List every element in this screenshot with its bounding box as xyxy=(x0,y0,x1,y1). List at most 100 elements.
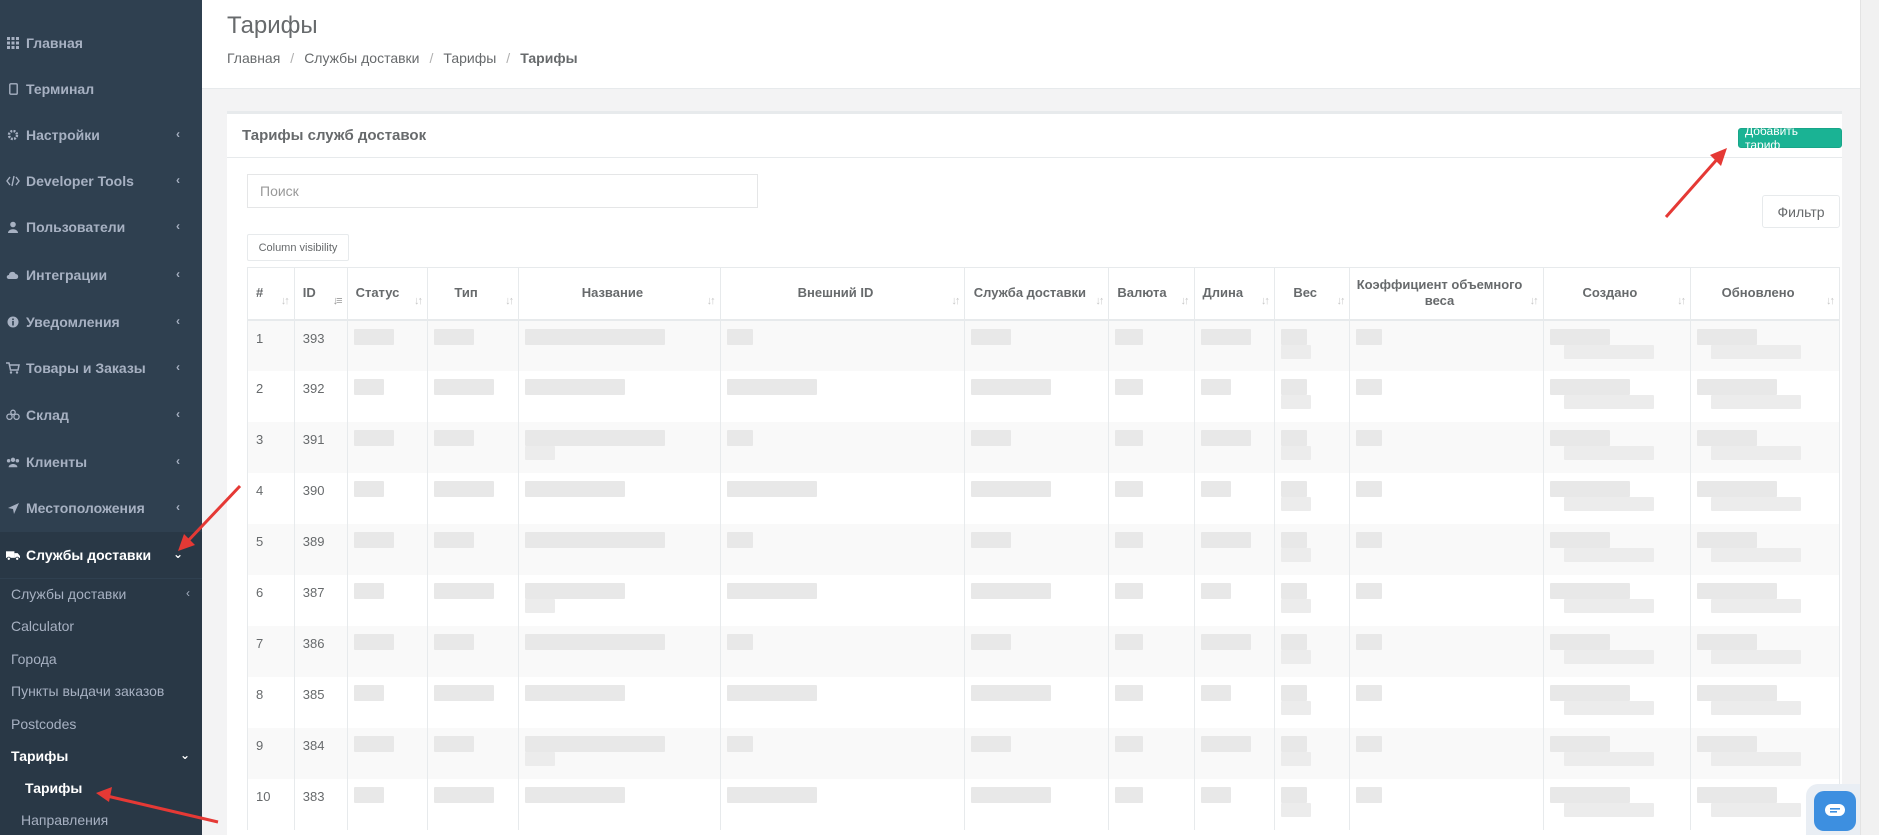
table-row[interactable]: 6 387 xyxy=(247,574,1840,626)
column-header-id[interactable]: ID ↓≡ xyxy=(293,267,348,321)
column-header-created[interactable]: Создано ↓↑ xyxy=(1542,267,1692,321)
redacted-value xyxy=(971,633,1012,650)
column-header-length[interactable]: Длина ↓↑ xyxy=(1193,267,1275,321)
redacted-value xyxy=(1549,429,1610,446)
redacted-value xyxy=(971,480,1052,497)
redacted-value xyxy=(353,480,384,497)
redacted-value xyxy=(1697,429,1758,446)
table-cell xyxy=(1273,421,1351,473)
table-cell xyxy=(518,421,721,473)
column-header-type[interactable]: Тип ↓↑ xyxy=(426,267,520,321)
column-header-external-id[interactable]: Внешний ID ↓↑ xyxy=(719,267,966,321)
table-cell: 2 xyxy=(247,370,295,422)
redacted-value xyxy=(1356,633,1383,650)
redacted-value xyxy=(525,378,626,395)
sidebar-subitem-calculator[interactable]: Calculator xyxy=(11,616,196,636)
column-header-delivery-service[interactable]: Служба доставки ↓↑ xyxy=(964,267,1110,321)
column-header-currency[interactable]: Валюта ↓↑ xyxy=(1108,267,1195,321)
table-cell: 390 xyxy=(293,472,348,524)
table-cell xyxy=(518,574,721,626)
table-row[interactable]: 2 392 xyxy=(247,370,1840,422)
tariffs-table: # ↓↑ ID ↓≡ Статус ↓↑ Тип ↓↑ Название ↓↑ Внешн… xyxy=(247,267,1840,835)
redacted-value xyxy=(433,429,474,446)
table-row[interactable]: 7 386 xyxy=(247,625,1840,677)
sidebar-item-label: Уведомления xyxy=(26,314,120,330)
sidebar-item-users[interactable]: Пользователи ‹ xyxy=(0,204,202,250)
sidebar-item-clients[interactable]: Клиенты ‹ xyxy=(0,439,202,485)
redacted-value xyxy=(1200,633,1251,650)
table-cell xyxy=(426,727,520,779)
column-header-label: Статус xyxy=(355,285,400,301)
redacted-value xyxy=(1711,496,1802,511)
breadcrumb-item[interactable]: Главная xyxy=(227,50,280,66)
sidebar-subitem-pickup-points[interactable]: Пункты выдачи заказов xyxy=(11,681,196,701)
table-cell xyxy=(719,778,966,830)
column-visibility-button[interactable]: Column visibility xyxy=(247,234,349,261)
table-row[interactable]: 4 390 xyxy=(247,472,1840,524)
column-header-updated[interactable]: Обновлено ↓↑ xyxy=(1690,267,1840,321)
column-header-volumetric-coefficient[interactable]: Коэффициент объемного веса ↓↑ xyxy=(1349,267,1544,321)
table-cell xyxy=(1349,319,1544,371)
table-cell xyxy=(1193,472,1275,524)
redacted-value xyxy=(1200,582,1231,599)
column-header-weight[interactable]: Вес ↓↑ xyxy=(1273,267,1351,321)
sidebar-item-locations[interactable]: Местоположения ‹ xyxy=(0,485,202,531)
chat-icon[interactable] xyxy=(1814,791,1856,831)
table-row[interactable]: 5 389 xyxy=(247,523,1840,575)
breadcrumb-item[interactable]: Тарифы xyxy=(443,50,496,66)
column-header-name[interactable]: Название ↓↑ xyxy=(518,267,721,321)
sidebar-item-home[interactable]: Главная xyxy=(0,20,202,66)
redacted-value xyxy=(1280,547,1311,562)
page-scrollbar[interactable] xyxy=(1860,0,1879,835)
redacted-value xyxy=(525,751,556,766)
sidebar-item-notifications[interactable]: Уведомления ‹ xyxy=(0,299,202,345)
table-cell xyxy=(1108,727,1195,779)
page-header xyxy=(202,0,1879,89)
sidebar-item-delivery-services[interactable]: Службы доставки ⌄ xyxy=(0,532,202,578)
redacted-value xyxy=(1356,735,1383,752)
filter-button[interactable]: Фильтр xyxy=(1762,195,1840,228)
table-cell xyxy=(346,370,428,422)
sidebar-subitem-directions[interactable]: Направления xyxy=(21,810,191,830)
redacted-value xyxy=(433,633,474,650)
sidebar-subitem-label: Службы доставки xyxy=(11,586,127,602)
table-cell xyxy=(426,472,520,524)
column-header-label: Коэффициент объемного веса xyxy=(1356,277,1523,309)
table-row[interactable]: 3 391 xyxy=(247,421,1840,473)
table-cell xyxy=(1349,727,1544,779)
sidebar-item-developer-tools[interactable]: Developer Tools ‹ xyxy=(0,158,202,204)
redacted-value xyxy=(1356,786,1383,803)
redacted-value xyxy=(1563,445,1654,460)
sidebar-item-settings[interactable]: Настройки ‹ xyxy=(0,112,202,158)
breadcrumb-item[interactable]: Службы доставки xyxy=(304,50,419,66)
chevron-down-icon: ⌄ xyxy=(179,748,190,762)
redacted-value xyxy=(1115,633,1144,650)
table-cell xyxy=(1193,778,1275,830)
column-header-status[interactable]: Статус ↓↑ xyxy=(346,267,428,321)
table-row[interactable]: 10 383 xyxy=(247,778,1840,830)
table-cell xyxy=(1690,370,1840,422)
redacted-value xyxy=(525,684,626,701)
sidebar-subitem-tariffs-list[interactable]: Тарифы xyxy=(25,778,195,798)
table-row[interactable]: 1 393 xyxy=(247,319,1840,371)
sidebar-item-terminal[interactable]: Терминал xyxy=(0,66,202,112)
sidebar-subitem-tariffs[interactable]: Тарифы ⌄ xyxy=(11,746,196,766)
sidebar-item-integrations[interactable]: Интеграции ‹ xyxy=(0,252,202,298)
sidebar-subitem-cities[interactable]: Города xyxy=(11,649,196,669)
table-cell: 387 xyxy=(293,574,348,626)
add-tariff-button[interactable]: Добавить тариф xyxy=(1738,124,1842,152)
sidebar-subitem-label: Тарифы xyxy=(25,780,83,796)
table-cell xyxy=(964,319,1110,371)
table-cell xyxy=(719,574,966,626)
search-input[interactable] xyxy=(247,174,758,208)
column-header-number[interactable]: # ↓↑ xyxy=(247,267,295,321)
sidebar-item-products-orders[interactable]: Товары и Заказы ‹ xyxy=(0,345,202,391)
sidebar-subitem-delivery-services[interactable]: Службы доставки ‹ xyxy=(11,584,196,604)
table-cell xyxy=(964,727,1110,779)
table-cell: 1 xyxy=(247,319,295,371)
sidebar-subitem-postcodes[interactable]: Postcodes xyxy=(11,714,196,734)
table-row[interactable]: 8 385 xyxy=(247,676,1840,728)
table-cell xyxy=(1193,421,1275,473)
table-row[interactable]: 9 384 xyxy=(247,727,1840,779)
sidebar-item-warehouse[interactable]: Склад ‹ xyxy=(0,392,202,438)
